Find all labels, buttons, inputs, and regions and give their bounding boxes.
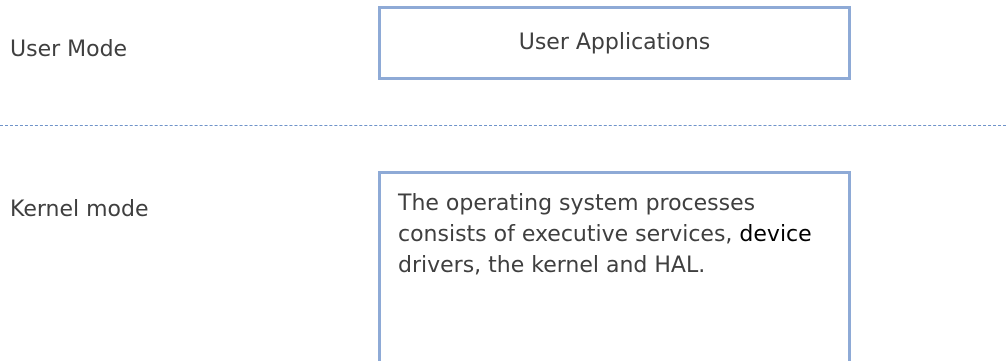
kernel-processes-description: The operating system processes consists … — [398, 188, 838, 281]
user-applications-box: User Applications — [378, 6, 851, 80]
kernel-processes-box: The operating system processes consists … — [378, 171, 851, 361]
user-mode-label: User Mode — [10, 37, 128, 62]
user-applications-text: User Applications — [518, 30, 711, 55]
device-highlight-text: device — [739, 222, 812, 247]
kernel-description-part-2: drivers, the kernel and HAL. — [398, 253, 706, 278]
kernel-description-part-1: The operating system processes consists … — [398, 191, 756, 247]
mode-divider-line — [0, 125, 1006, 126]
kernel-mode-label: Kernel mode — [10, 197, 149, 222]
